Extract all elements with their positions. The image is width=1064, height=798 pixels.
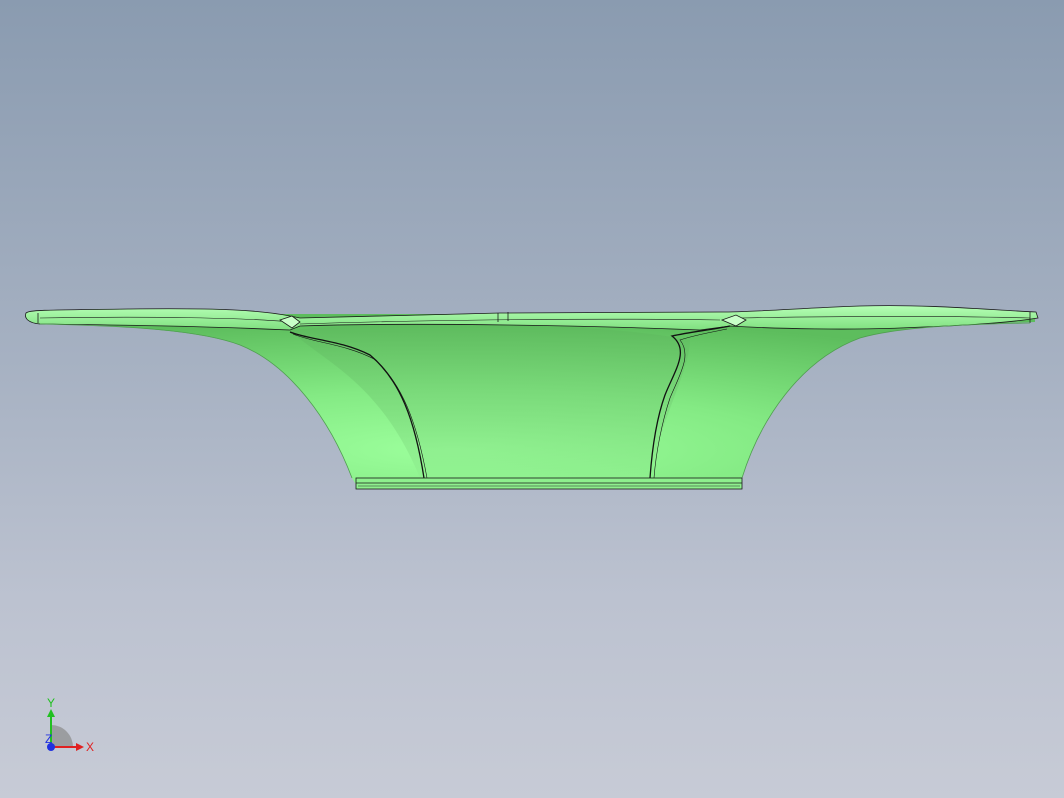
- bottom-lip: [355, 477, 743, 490]
- graphics-viewport[interactable]: Y X Z: [0, 0, 1064, 798]
- x-axis-arrow: [76, 743, 84, 751]
- 3d-model[interactable]: [0, 0, 1064, 798]
- triad-quarter-disc: [51, 725, 73, 747]
- y-axis-arrow: [47, 709, 55, 717]
- x-axis-label: X: [86, 740, 94, 754]
- axis-triad: Y X Z: [45, 696, 94, 754]
- z-axis-label: Z: [45, 732, 52, 746]
- y-axis-label: Y: [47, 696, 55, 710]
